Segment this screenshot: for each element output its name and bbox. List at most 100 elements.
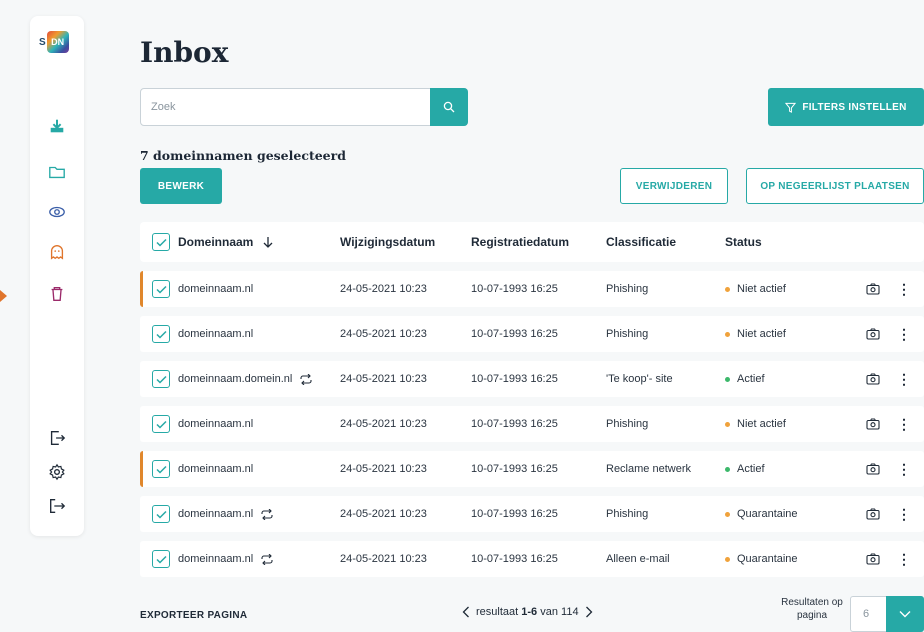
header-domain[interactable]: Domeinnaam — [178, 235, 253, 249]
per-page-select[interactable]: 6 — [850, 596, 924, 632]
more-options-icon[interactable]: ⋮ — [897, 462, 911, 476]
check-icon — [155, 510, 167, 519]
table-row[interactable]: domeinnaam.nl 24-05-2021 10:23 10-07-1993 … — [140, 451, 924, 487]
screenshot-icon[interactable] — [866, 271, 880, 307]
check-icon — [155, 238, 167, 247]
export-page-link[interactable]: EXPORTEER PAGINA — [140, 610, 247, 621]
ghost-icon[interactable] — [47, 242, 67, 262]
table-body: domeinnaam.nl 24-05-2021 10:23 10-07-1993 … — [140, 271, 924, 577]
screenshot-icon[interactable] — [866, 361, 880, 397]
table-row[interactable]: domeinnaam.nl 24-05-2021 10:23 10-07-1993 … — [140, 541, 924, 577]
table-row[interactable]: domeinnaam.nl 24-05-2021 10:23 10-07-1993 … — [140, 271, 924, 307]
domain-name[interactable]: domeinnaam.nl — [178, 553, 253, 565]
screenshot-icon[interactable] — [866, 451, 880, 487]
header-status[interactable]: Status — [725, 222, 762, 262]
screenshot-icon[interactable] — [866, 541, 880, 577]
more-options-icon[interactable]: ⋮ — [897, 327, 911, 341]
per-page-dropdown-button[interactable] — [886, 596, 924, 632]
more-options-icon[interactable]: ⋮ — [897, 507, 911, 521]
classification: Phishing — [606, 283, 649, 295]
settings-icon[interactable] — [47, 462, 67, 482]
login-icon[interactable] — [47, 428, 67, 448]
download-icon[interactable] — [47, 116, 67, 136]
row-checkbox[interactable] — [152, 415, 170, 433]
domain-name[interactable]: domeinnaam.nl — [178, 508, 253, 520]
table-row[interactable]: domeinnaam.nl 24-05-2021 10:23 10-07-1993 … — [140, 496, 924, 532]
domain-name[interactable]: domeinnaam.domein.nl — [178, 373, 292, 385]
classification: 'Te koop'- site — [606, 373, 673, 385]
domain-name[interactable]: domeinnaam.nl — [178, 328, 253, 340]
search-box — [140, 88, 468, 126]
edit-button[interactable]: BEWERK — [140, 168, 222, 204]
header-classification[interactable]: Classificatie — [606, 222, 676, 262]
classification: Phishing — [606, 418, 649, 430]
more-options-icon[interactable]: ⋮ — [897, 372, 911, 386]
header-modified[interactable]: Wijzigingsdatum — [340, 222, 435, 262]
more-options-icon[interactable]: ⋮ — [897, 552, 911, 566]
table-row[interactable]: domeinnaam.domein.nl 24-05-2021 10:23 10-0… — [140, 361, 924, 397]
per-page-value: 6 — [863, 608, 870, 620]
check-icon — [155, 420, 167, 429]
check-icon — [155, 555, 167, 564]
chevron-left-icon[interactable] — [462, 606, 470, 618]
row-checkbox[interactable] — [152, 280, 170, 298]
screenshot-icon[interactable] — [866, 496, 880, 532]
eye-icon[interactable] — [47, 202, 67, 222]
select-all-checkbox[interactable] — [152, 233, 170, 251]
row-checkbox[interactable] — [152, 505, 170, 523]
selected-count: 7 domeinnamen geselecteerd — [140, 148, 346, 163]
search-input[interactable] — [141, 89, 431, 125]
logo-badge: DN — [46, 31, 69, 53]
more-options-icon[interactable]: ⋮ — [897, 417, 911, 431]
row-checkbox[interactable] — [152, 550, 170, 568]
status-badge: Niet actief — [725, 283, 786, 295]
registered-date: 10-07-1993 16:25 — [471, 328, 558, 340]
registered-date: 10-07-1993 16:25 — [471, 283, 558, 295]
domain-name[interactable]: domeinnaam.nl — [178, 463, 253, 475]
filters-button[interactable]: FILTERS INSTELLEN — [768, 88, 924, 126]
domains-table: Domeinnaam Wijzigingsdatum Registratieda… — [140, 222, 924, 577]
logout-icon[interactable] — [47, 496, 67, 516]
table-row[interactable]: domeinnaam.nl 24-05-2021 10:23 10-07-1993 … — [140, 406, 924, 442]
filter-icon — [785, 102, 797, 113]
row-checkbox[interactable] — [152, 325, 170, 343]
status-dot — [725, 466, 730, 472]
main-content: Inbox FILTERS INSTELLEN 7 domeinnamen ge… — [140, 0, 924, 632]
sort-down-icon[interactable] — [263, 236, 273, 248]
chevron-right-icon[interactable] — [585, 606, 593, 618]
table-row[interactable]: domeinnaam.nl 24-05-2021 10:23 10-07-1993 … — [140, 316, 924, 352]
domain-name[interactable]: domeinnaam.nl — [178, 418, 253, 430]
registered-date: 10-07-1993 16:25 — [471, 373, 558, 385]
classification: Phishing — [606, 508, 649, 520]
more-options-icon[interactable]: ⋮ — [897, 282, 911, 296]
status-dot — [725, 286, 730, 292]
registered-date: 10-07-1993 16:25 — [471, 418, 558, 430]
logo[interactable]: S DN — [39, 30, 75, 54]
status-badge: Actief — [725, 463, 765, 475]
modified-date: 24-05-2021 10:23 — [340, 418, 427, 430]
screenshot-icon[interactable] — [866, 406, 880, 442]
header-registered[interactable]: Registratiedatum — [471, 222, 569, 262]
sync-icon — [300, 373, 312, 385]
modified-date: 24-05-2021 10:23 — [340, 553, 427, 565]
pagination: resultaat 1-6 van 114 — [462, 606, 593, 618]
screenshot-icon[interactable] — [866, 316, 880, 352]
ignore-list-button[interactable]: OP NEGEERLIJST PLAATSEN — [746, 168, 924, 204]
row-checkbox[interactable] — [152, 460, 170, 478]
folder-icon[interactable] — [47, 162, 67, 182]
pagination-text: resultaat 1-6 van 114 — [476, 606, 579, 618]
per-page-label: Resultaten op pagina — [781, 597, 843, 621]
domain-name[interactable]: domeinnaam.nl — [178, 283, 253, 295]
modified-date: 24-05-2021 10:23 — [340, 508, 427, 520]
row-checkbox[interactable] — [152, 370, 170, 388]
delete-button[interactable]: VERWIJDEREN — [620, 168, 728, 204]
classification: Reclame netwerk — [606, 463, 691, 475]
status-badge: Niet actief — [725, 328, 786, 340]
registered-date: 10-07-1993 16:25 — [471, 553, 558, 565]
status-badge: Niet actief — [725, 418, 786, 430]
trash-icon[interactable] — [47, 284, 67, 304]
status-dot — [725, 331, 730, 337]
modified-date: 24-05-2021 10:23 — [340, 373, 427, 385]
search-button[interactable] — [430, 88, 468, 126]
status-badge: Quarantaine — [725, 553, 798, 565]
